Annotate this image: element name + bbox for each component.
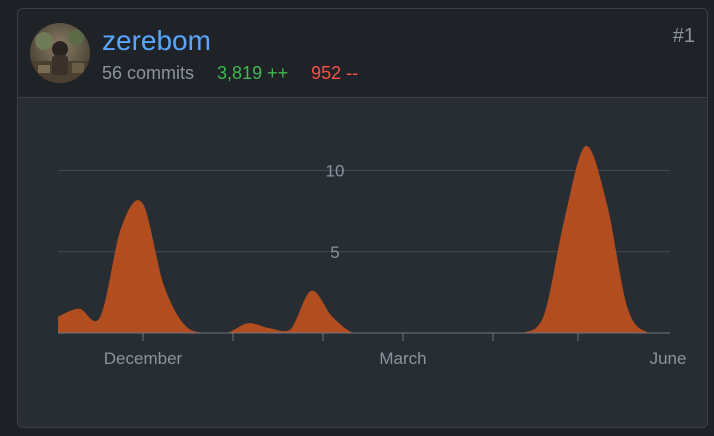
chart-svg: 5 10 December March June [58, 145, 687, 368]
rank-label: #1 [672, 25, 695, 47]
x-tick-label: March [379, 349, 426, 368]
deletions-count: 952 -- [311, 63, 359, 83]
additions-count: 3,819 ++ [217, 63, 289, 83]
avatar[interactable] [30, 23, 90, 83]
contributor-card: zerebom 56 commits 3,819 ++ 952 -- #1 5 1… [17, 8, 708, 428]
series-area [58, 145, 670, 333]
username-link[interactable]: zerebom [102, 25, 211, 57]
x-tick-label: December [104, 349, 183, 368]
contribution-stats: 56 commits 3,819 ++ 952 -- [102, 63, 358, 84]
x-tick-label: June [650, 349, 687, 368]
card-header: zerebom 56 commits 3,819 ++ 952 -- #1 [18, 9, 707, 98]
contribution-chart: 5 10 December March June [18, 98, 707, 427]
commits-count[interactable]: 56 commits [102, 63, 194, 83]
avatar-image [30, 23, 90, 83]
y-tick-label: 10 [326, 162, 345, 181]
y-tick-label: 5 [330, 243, 339, 262]
